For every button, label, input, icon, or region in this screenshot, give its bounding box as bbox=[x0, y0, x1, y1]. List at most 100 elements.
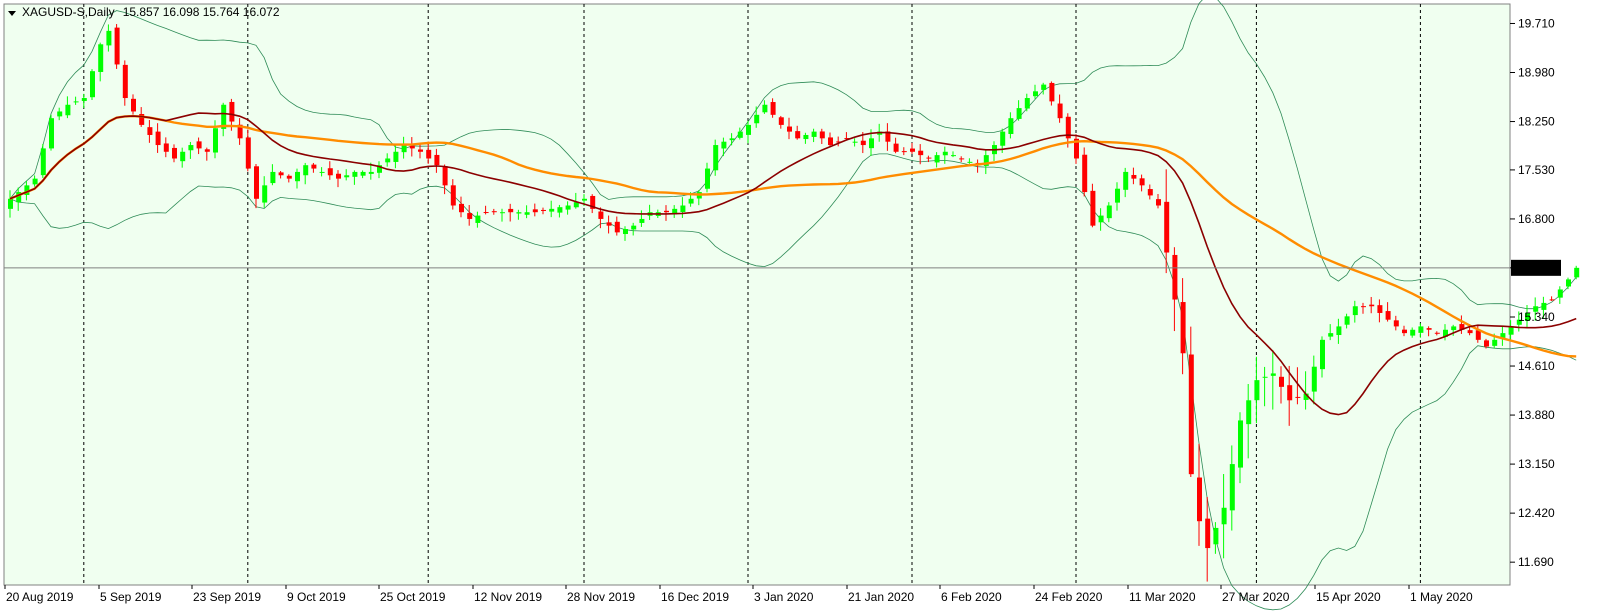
candle-bull bbox=[803, 134, 809, 140]
x-tick-label: 20 Aug 2019 bbox=[6, 590, 74, 604]
candle-bear bbox=[1082, 154, 1088, 193]
y-tick-label: 19.710 bbox=[1518, 16, 1555, 30]
candle-bear bbox=[1164, 201, 1170, 253]
x-tick-label: 11 Mar 2020 bbox=[1129, 590, 1196, 604]
candle-bear bbox=[286, 175, 292, 179]
candle-bear bbox=[795, 131, 801, 139]
candle-bull bbox=[557, 207, 563, 213]
y-tick-label: 17.530 bbox=[1518, 163, 1555, 177]
candle-bull bbox=[754, 114, 760, 124]
candle-bear bbox=[918, 150, 924, 156]
candle-bear bbox=[442, 166, 448, 186]
candle-bear bbox=[819, 131, 825, 139]
candle-bull bbox=[1238, 420, 1243, 468]
y-tick-label: 12.420 bbox=[1518, 506, 1555, 520]
candle-bear bbox=[114, 27, 120, 65]
candle-bear bbox=[1172, 254, 1178, 300]
candle-bear bbox=[491, 211, 497, 213]
candle-bear bbox=[1434, 332, 1440, 334]
candle-bear bbox=[1090, 190, 1096, 226]
candle-bear bbox=[1361, 306, 1366, 308]
candle-bear bbox=[1057, 103, 1063, 119]
candle-bull bbox=[869, 138, 874, 149]
candle-bear bbox=[278, 172, 284, 176]
candle-bull bbox=[40, 148, 46, 176]
candle-bull bbox=[1000, 131, 1006, 146]
candle-bull bbox=[344, 175, 350, 178]
candle-bull bbox=[81, 98, 87, 101]
candle-bear bbox=[1147, 189, 1153, 196]
x-tick-label: 9 Oct 2019 bbox=[287, 590, 346, 604]
candle-bull bbox=[65, 104, 71, 116]
candle-bull bbox=[360, 171, 366, 176]
candle-bear bbox=[418, 149, 423, 152]
plot-area[interactable] bbox=[3, 3, 1511, 586]
candle-bull bbox=[1115, 188, 1120, 203]
candle-bear bbox=[1484, 340, 1489, 347]
candle-bear bbox=[426, 149, 432, 159]
candle-bear bbox=[1049, 82, 1055, 102]
candle-bull bbox=[500, 212, 505, 214]
x-tick-label: 12 Nov 2019 bbox=[474, 590, 542, 604]
candle-bear bbox=[131, 98, 136, 112]
x-tick-label: 24 Feb 2020 bbox=[1035, 590, 1103, 604]
candle-bull bbox=[967, 161, 973, 163]
candle-bear bbox=[1287, 385, 1293, 401]
candle-bear bbox=[434, 154, 440, 166]
candle-bull bbox=[57, 111, 63, 117]
candle-bull bbox=[8, 198, 13, 209]
candle-bear bbox=[614, 221, 620, 233]
candle-bear bbox=[1426, 328, 1432, 330]
candle-bear bbox=[508, 208, 514, 213]
candle-bull bbox=[639, 218, 645, 223]
candle-bear bbox=[1295, 396, 1301, 398]
candle-bear bbox=[245, 137, 251, 169]
candle-bull bbox=[680, 205, 686, 213]
y-tick-label: 14.610 bbox=[1518, 359, 1555, 373]
candle-bear bbox=[1205, 518, 1211, 549]
candle-bear bbox=[1377, 305, 1383, 313]
candle-bear bbox=[311, 164, 317, 169]
candle-bull bbox=[516, 212, 522, 214]
candle-bear bbox=[1393, 320, 1399, 327]
x-tick-label: 1 May 2020 bbox=[1410, 590, 1473, 604]
candle-bear bbox=[1180, 302, 1186, 354]
x-tick-label: 3 Jan 2020 bbox=[754, 590, 814, 604]
candle-bull bbox=[393, 151, 399, 162]
candle-bear bbox=[828, 137, 833, 146]
x-tick-label: 15 Apr 2020 bbox=[1316, 590, 1381, 604]
candle-bull bbox=[811, 131, 817, 137]
candle-bear bbox=[459, 203, 464, 213]
x-tick-label: 16 Dec 2019 bbox=[661, 590, 729, 604]
candle-bull bbox=[631, 225, 637, 230]
candle-bear bbox=[467, 213, 473, 219]
candle-bear bbox=[229, 101, 235, 122]
candle-bull bbox=[1016, 108, 1022, 119]
candle-bull bbox=[385, 158, 391, 163]
candle-bull bbox=[1033, 91, 1038, 97]
candle-bear bbox=[1369, 304, 1375, 307]
x-tick-label: 23 Sep 2019 bbox=[193, 590, 261, 604]
candle-bear bbox=[196, 141, 202, 149]
candle-bull bbox=[180, 151, 186, 162]
y-tick-label: 18.250 bbox=[1518, 115, 1555, 129]
candlestick-chart[interactable]: 19.710 18.980 18.250 17.530 16.800 16.072 15.3… bbox=[0, 0, 1606, 612]
candle-bear bbox=[926, 157, 932, 159]
candle-bear bbox=[606, 222, 612, 226]
candle-bull bbox=[1410, 329, 1416, 336]
chart-window[interactable]: 19.710 18.980 18.250 17.530 16.800 16.072 15.3… bbox=[0, 0, 1606, 612]
candle-bull bbox=[705, 168, 710, 189]
candle-bull bbox=[270, 171, 276, 184]
candle-bull bbox=[319, 171, 325, 173]
candle-bull bbox=[549, 208, 555, 212]
x-tick-label: 6 Feb 2020 bbox=[941, 590, 1002, 604]
candle-bull bbox=[368, 171, 374, 174]
candle-bull bbox=[688, 198, 694, 204]
candle-bear bbox=[483, 212, 489, 214]
candle-bear bbox=[409, 145, 415, 149]
candle-bull bbox=[623, 229, 628, 235]
candle-bull bbox=[90, 71, 95, 98]
candle-bull bbox=[934, 155, 940, 163]
candle-bull bbox=[1123, 171, 1129, 190]
candle-bear bbox=[204, 149, 210, 152]
